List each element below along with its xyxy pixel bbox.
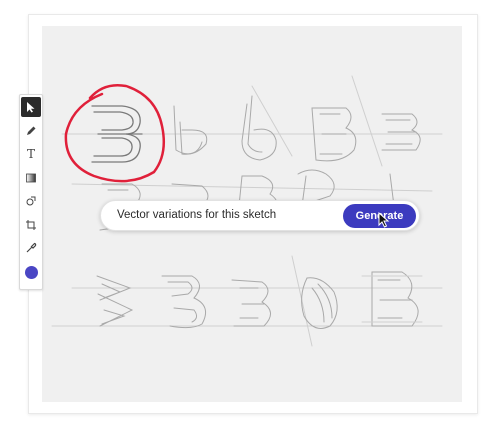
- gradient-icon[interactable]: [21, 168, 41, 188]
- eyedropper-icon[interactable]: [21, 238, 41, 258]
- highlight-circle: [64, 84, 165, 183]
- sketch-b-circled: [91, 105, 143, 163]
- mouse-cursor-icon: [378, 212, 390, 228]
- text-icon[interactable]: T: [21, 144, 41, 164]
- crop-icon[interactable]: [21, 215, 41, 235]
- prompt-bar[interactable]: Vector variations for this sketch Genera…: [100, 200, 420, 231]
- text-tool-glyph: T: [26, 147, 35, 161]
- prompt-input[interactable]: Vector variations for this sketch: [117, 209, 276, 221]
- fill-color-swatch[interactable]: [24, 265, 38, 279]
- pen-icon[interactable]: [21, 121, 41, 141]
- select-arrow-icon[interactable]: [21, 97, 41, 117]
- shape-builder-icon[interactable]: [21, 191, 41, 211]
- tool-panel: T: [19, 94, 43, 290]
